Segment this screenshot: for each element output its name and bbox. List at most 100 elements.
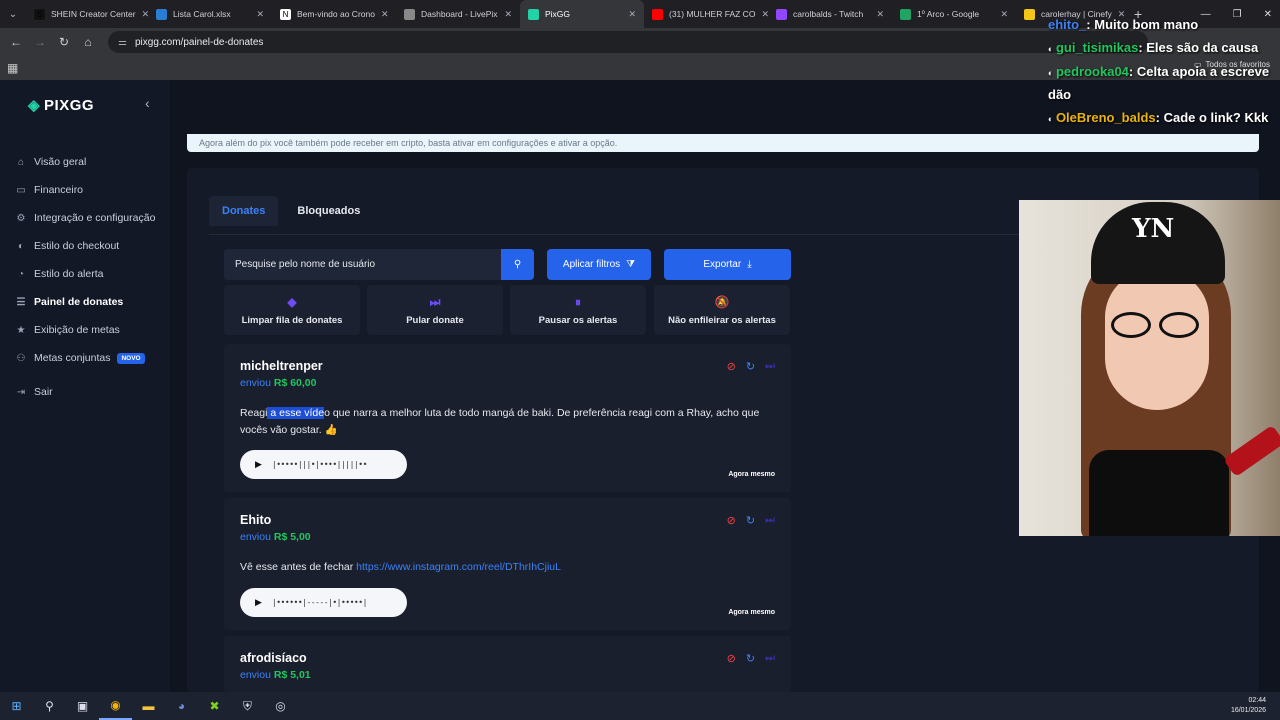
system-clock[interactable]: 02:44 16/01/2026	[1231, 696, 1266, 716]
browser-tab[interactable]: N Bem-vindo ao Crono ✕	[272, 0, 396, 28]
tab-close-icon[interactable]: ✕	[504, 9, 512, 20]
sent-label: enviou	[240, 669, 271, 681]
export-button[interactable]: Exportar ⤓	[664, 249, 791, 280]
block-icon[interactable]: ⊘	[727, 652, 736, 665]
sidebar-item[interactable]: ⇥ Sair	[0, 378, 170, 406]
sidebar-item[interactable]: ◔ Estilo do alerta	[0, 260, 170, 288]
browser-tab[interactable]: (31) MULHER FAZ CO ✕	[644, 0, 768, 28]
action-card[interactable]: 🔕 Não enfileirar os alertas	[654, 285, 790, 335]
tab-bloqueados[interactable]: Bloqueados	[284, 196, 373, 226]
block-icon[interactable]: ⊘	[727, 360, 736, 373]
apply-filters-label: Aplicar filtros	[562, 259, 621, 270]
search-taskbar-icon[interactable]: ⚲	[33, 692, 66, 720]
chrome-icon[interactable]: ◉	[99, 692, 132, 720]
sidebar-item[interactable]: ◐ Estilo do checkout	[0, 232, 170, 260]
export-label: Exportar	[703, 259, 742, 270]
wallet-icon: ▭	[16, 184, 26, 196]
tab-close-icon[interactable]: ✕	[1000, 9, 1008, 20]
sidebar-item[interactable]: ★ Exibição de metas	[0, 316, 170, 344]
tab-close-icon[interactable]: ✕	[381, 9, 389, 20]
action-card[interactable]: ⏸ Pausar os alertas	[510, 285, 646, 335]
browser-tab[interactable]: Dashboard - LivePix ✕	[396, 0, 520, 28]
browser-tab[interactable]: PixGG ✕	[520, 0, 644, 28]
sent-label: enviou	[240, 377, 271, 389]
tab-close-icon[interactable]: ✕	[256, 9, 264, 20]
donate-controls: ⊘ ↻ ⏭	[727, 514, 775, 527]
sidebar-item-label: Painel de donates	[34, 296, 124, 308]
action-card[interactable]: ◆ Limpar fila de donates	[224, 285, 360, 335]
sidebar-item[interactable]: ⚇ Metas conjuntas NOVO	[0, 344, 170, 372]
skip-donate-icon[interactable]: ⏭	[765, 652, 775, 665]
download-icon: ⤓	[747, 259, 752, 270]
apps-grid-icon[interactable]: ▦	[7, 61, 18, 75]
sidebar-item-label: Estilo do alerta	[34, 268, 104, 280]
url-field[interactable]: ⚌ pixgg.com/painel-de-donates	[108, 31, 1148, 53]
tab-label: Dashboard - LivePix	[421, 9, 498, 19]
tab-close-icon[interactable]: ✕	[628, 9, 636, 20]
xbox-icon[interactable]: ✖	[198, 692, 231, 720]
taskbar: ⊞ ⚲ ▣ ◉ ▬ ◕ ✖ ⛨ ◎ 02:44 16/01/2026	[0, 692, 1280, 720]
sidebar-item[interactable]: ▭ Financeiro	[0, 176, 170, 204]
browser-tab[interactable]: carolbalds - Twitch ✕	[768, 0, 892, 28]
tab-close-icon[interactable]: ✕	[876, 9, 884, 20]
cap-logo: YN	[1132, 214, 1175, 244]
tab-favicon-icon	[528, 8, 539, 20]
palette-icon: ◐	[17, 240, 25, 252]
audio-player[interactable]: ▶ |•••••|||•|••••|||||••	[240, 450, 407, 479]
message-link[interactable]: https://www.instagram.com/reel/DThrIhCji…	[356, 561, 561, 573]
replay-icon[interactable]: ↻	[746, 652, 755, 665]
message-text: Reagi	[240, 407, 268, 419]
action-label: Limpar fila de donates	[241, 314, 343, 326]
browser-tab[interactable]: Lista Carol.xlsx ✕	[148, 0, 272, 28]
replay-icon[interactable]: ↻	[746, 514, 755, 527]
search-box: Pesquise pelo nome de usuário ⚲	[224, 249, 534, 280]
apply-filters-button[interactable]: Aplicar filtros ⧩	[547, 249, 651, 280]
tab-donates[interactable]: Donates	[209, 196, 279, 226]
url-text: pixgg.com/painel-de-donates	[134, 36, 264, 48]
pixgg-logo[interactable]: ◈ PIXGG	[28, 96, 94, 115]
chat-message: ◐ pedrooka04: Celta apoia a escreve dão	[1048, 61, 1280, 106]
sidebar-item-label: Visão geral	[34, 156, 87, 168]
windows-start-icon[interactable]: ⊞	[0, 692, 33, 720]
skip-donate-icon[interactable]: ⏭	[765, 360, 775, 373]
sidebar-item[interactable]: ⚙ Integração e configuração	[0, 204, 170, 232]
play-icon[interactable]: ▶	[255, 597, 262, 608]
donate-amount: R$ 5,01	[273, 669, 311, 681]
security-icon[interactable]: ⛨	[231, 692, 264, 720]
tab-search-icon[interactable]: ⌄	[0, 0, 26, 28]
task-view-icon[interactable]: ▣	[66, 692, 99, 720]
file-explorer-icon[interactable]: ▬	[132, 692, 165, 720]
site-info-icon[interactable]: ⚌	[118, 37, 127, 48]
sidebar-item[interactable]: ⌂ Visão geral	[0, 148, 170, 176]
donate-card: Ehito enviou R$ 5,00 ⊘ ↻ ⏭ Vê esse antes de f…	[224, 498, 791, 630]
discord-icon[interactable]: ◕	[165, 692, 198, 720]
tab-favicon-icon	[652, 8, 663, 20]
donor-name: afrodisíaco	[240, 651, 307, 665]
webcam-overlay: YN	[1019, 200, 1280, 536]
obs-icon[interactable]: ◎	[264, 692, 297, 720]
donate-amount-line: enviou R$ 60,00	[240, 377, 317, 389]
action-card[interactable]: ⏭ Pular donate	[367, 285, 503, 335]
browser-tab[interactable]: 1º Arco - Google ✕	[892, 0, 1016, 28]
sidebar-item[interactable]: ☰ Painel de donates	[0, 288, 170, 316]
reload-icon[interactable]: ↻	[52, 35, 76, 49]
play-icon[interactable]: ▶	[255, 459, 262, 470]
filter-icon: ⧩	[626, 259, 636, 270]
home-browser-icon[interactable]: ⌂	[76, 35, 100, 49]
skip-donate-icon[interactable]: ⏭	[765, 514, 775, 527]
donor-name: micheltrenper	[240, 359, 323, 373]
eraser-icon: ◆	[287, 295, 297, 309]
audio-player[interactable]: ▶ |••••••|-----|•|•••••|	[240, 588, 407, 617]
group-icon: ⚇	[16, 352, 26, 364]
search-button[interactable]: ⚲	[501, 249, 534, 280]
replay-icon[interactable]: ↻	[746, 360, 755, 373]
search-input[interactable]: Pesquise pelo nome de usuário	[224, 259, 501, 270]
forward-icon[interactable]: →	[28, 35, 52, 49]
block-icon[interactable]: ⊘	[727, 514, 736, 527]
clock-date: 16/01/2026	[1230, 707, 1266, 714]
browser-tab[interactable]: S SHEIN Creator Center ✕	[26, 0, 148, 28]
donate-time: Agora mesmo	[728, 471, 775, 478]
collapse-sidebar-icon[interactable]: ‹	[145, 95, 150, 111]
back-icon[interactable]: ←	[4, 35, 28, 49]
search-icon: ⚲	[513, 259, 522, 270]
